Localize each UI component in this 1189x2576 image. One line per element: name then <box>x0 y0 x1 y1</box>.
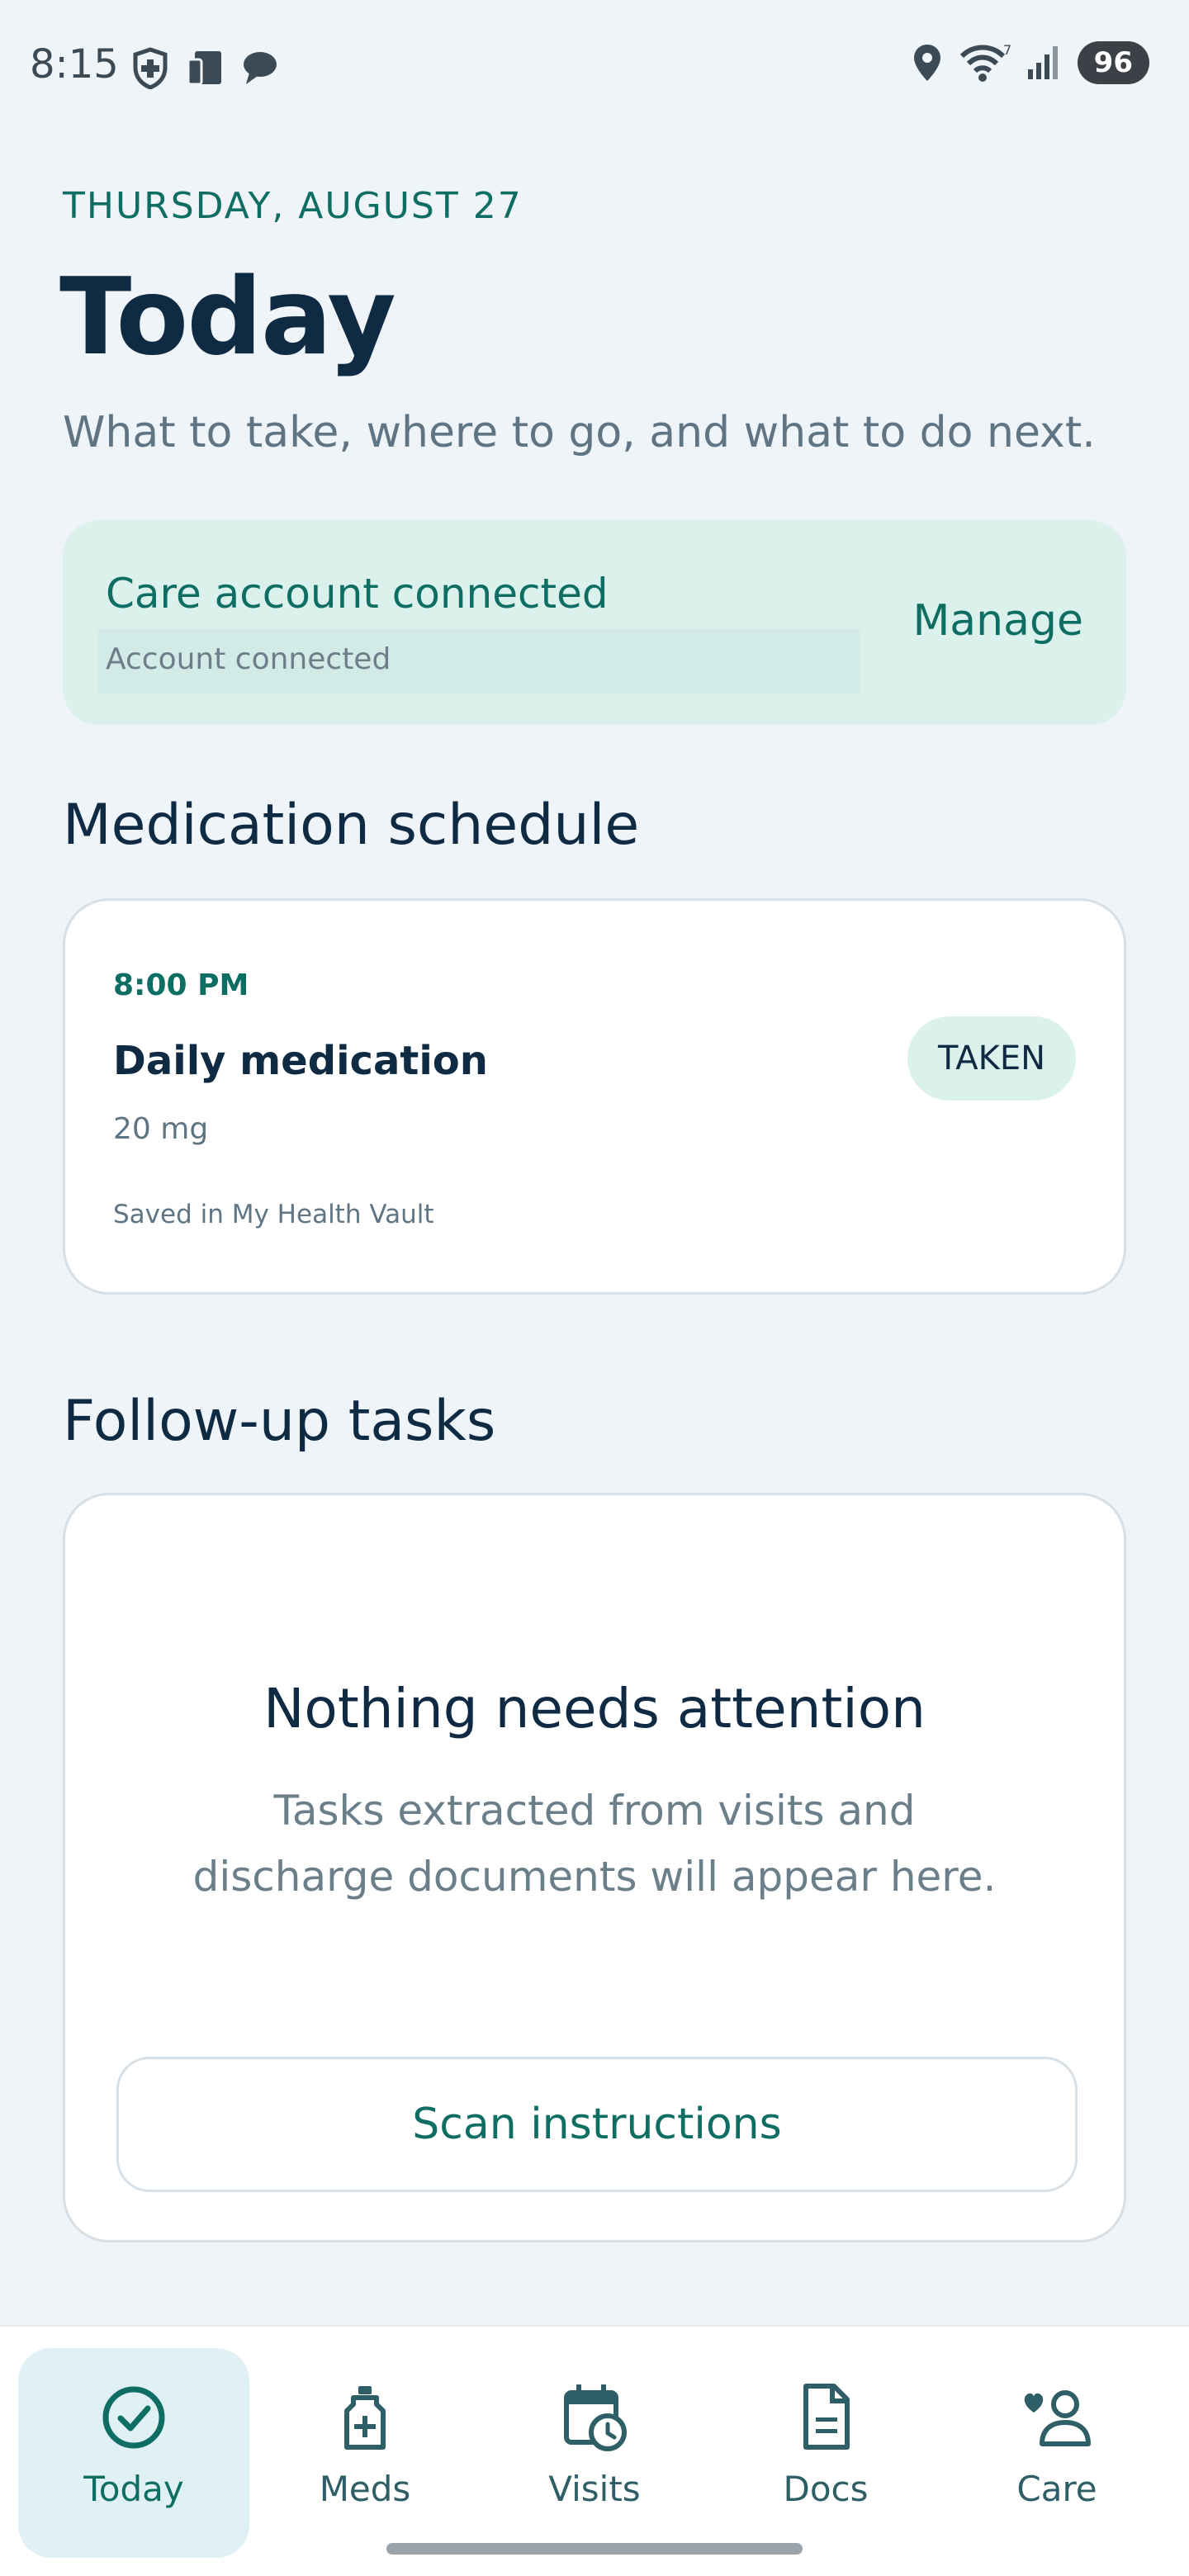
nav-item-visits[interactable]: Visits <box>479 2348 710 2558</box>
nav-item-today[interactable]: Today <box>18 2348 249 2558</box>
nav-label-care: Care <box>1016 2469 1097 2509</box>
manage-button[interactable]: Manage <box>912 596 1083 646</box>
status-time: 8:15 <box>30 41 119 88</box>
empty-state-line-1: Tasks extracted from visits and <box>273 1787 916 1835</box>
home-indicator[interactable] <box>386 2543 803 2555</box>
empty-state-title: Nothing needs attention <box>263 1677 926 1740</box>
calendar-clock-icon <box>564 2384 627 2451</box>
medical-app-icon <box>133 47 168 89</box>
nav-label-meds: Meds <box>319 2469 411 2509</box>
wifi-badge: 7 <box>1003 43 1011 58</box>
medication-dose: 20 mg <box>113 1112 209 1146</box>
medicine-bottle-icon <box>344 2386 386 2450</box>
medication-time: 8:00 PM <box>113 968 249 1002</box>
document-icon <box>803 2384 850 2450</box>
taken-status-badge[interactable]: TAKEN <box>907 1016 1076 1101</box>
chat-bubble-icon <box>244 52 277 84</box>
empty-state-line-2: discharge documents will appear here. <box>192 1853 997 1901</box>
medication-name: Daily medication <box>113 1038 488 1084</box>
wifi-icon: 7 <box>959 43 1011 82</box>
medication-source: Saved in My Health Vault <box>113 1200 434 1229</box>
date-label: THURSDAY, AUGUST 27 <box>63 185 523 227</box>
scan-instructions-button[interactable]: Scan instructions <box>116 2057 1078 2192</box>
status-bar: 8:15 7 96 <box>0 0 1189 135</box>
signal-icon <box>1027 46 1058 79</box>
nav-label-docs: Docs <box>783 2469 869 2509</box>
care-account-card: Care account connected Account connected… <box>63 520 1126 725</box>
today-screen: 8:15 7 96 THURSDAY, AUGUST 27 Today What… <box>0 0 1189 2576</box>
nav-item-care[interactable]: Care <box>941 2348 1172 2558</box>
page-title: Today <box>59 256 396 379</box>
nav-label-today: Today <box>83 2469 184 2509</box>
notification-icons <box>129 46 281 89</box>
empty-state-body: Tasks extracted from visits and discharg… <box>65 1778 1124 1910</box>
battery-indicator: 96 <box>1077 41 1149 84</box>
account-title: Care account connected <box>106 570 609 618</box>
medication-schedule-heading: Medication schedule <box>63 793 640 858</box>
follow-up-tasks-heading: Follow-up tasks <box>63 1389 496 1454</box>
account-status: Account connected <box>97 629 860 694</box>
page-subtitle: What to take, where to go, and what to d… <box>63 408 1096 457</box>
care-person-icon <box>1024 2390 1091 2446</box>
medication-card[interactable]: 8:00 PM Daily medication 20 mg Saved in … <box>63 898 1126 1295</box>
bottom-navigation: Today Meds Visits Docs Care <box>0 2325 1189 2576</box>
check-circle-icon <box>102 2386 165 2449</box>
system-icons: 7 96 <box>911 41 1149 84</box>
nav-label-visits: Visits <box>548 2469 641 2509</box>
device-icon <box>187 51 221 86</box>
follow-up-tasks-card: Nothing needs attention Tasks extracted … <box>63 1493 1126 2242</box>
nav-item-meds[interactable]: Meds <box>249 2348 481 2558</box>
location-icon <box>913 45 940 81</box>
nav-item-docs[interactable]: Docs <box>710 2348 941 2558</box>
